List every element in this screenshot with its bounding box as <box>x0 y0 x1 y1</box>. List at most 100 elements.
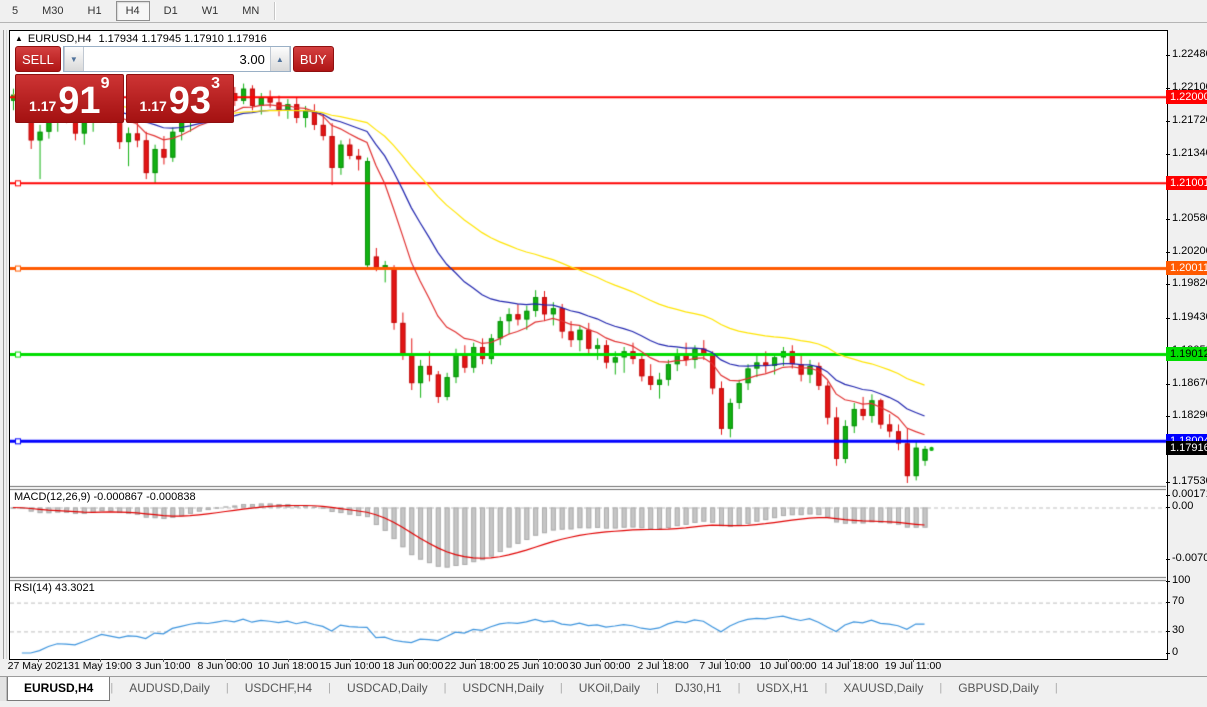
tab-scroll-edge[interactable] <box>0 677 7 701</box>
rsi-tick-mark <box>1166 653 1170 654</box>
macd-axis-label: 0.00 <box>1172 500 1194 512</box>
buy-price-box[interactable]: 1.17 93 3 <box>125 74 234 123</box>
sell-price-prefix: 1.17 <box>29 98 57 114</box>
date-axis-label: 14 Jul 18:00 <box>821 660 879 672</box>
date-axis-label: 3 Jun 10:00 <box>135 660 191 672</box>
rsi-tick-mark <box>1166 581 1170 582</box>
sell-price-big: 91 <box>58 80 101 122</box>
rsi-tick-mark <box>1166 602 1170 603</box>
buy-price-big: 93 <box>168 80 212 122</box>
timeframe-mn-button[interactable]: MN <box>232 1 269 21</box>
volume-input[interactable] <box>83 47 270 71</box>
timeframe-m30-button[interactable]: M30 <box>32 1 73 21</box>
price-tick-mark <box>1166 121 1170 122</box>
date-axis-label: 2 Jul 18:00 <box>637 660 689 672</box>
rsi-label: RSI(14) 43.3021 <box>14 582 95 594</box>
price-tick-mark <box>1166 284 1170 285</box>
price-chart-canvas[interactable] <box>10 31 1166 658</box>
macd-tick-mark <box>1166 495 1170 496</box>
chart-ohlc-quotes: 1.17934 1.17945 1.17910 1.17916 <box>98 33 267 45</box>
date-axis-label: 25 Jun 10:00 <box>507 660 569 672</box>
timeframe-d1-button[interactable]: D1 <box>154 1 188 21</box>
current-price-badge: 1.17916 <box>1166 441 1207 455</box>
date-axis-label: 22 Jun 18:00 <box>444 660 506 672</box>
price-tick-mark <box>1166 416 1170 417</box>
price-axis-label: 1.19430 <box>1172 311 1207 323</box>
tab-eurusd-h4[interactable]: EURUSD,H4 <box>7 677 111 701</box>
rsi-tick-mark <box>1166 631 1170 632</box>
tab-ukoil-daily[interactable]: UKOil,Daily <box>563 677 656 699</box>
hline-price-badge: 1.19012 <box>1166 347 1207 361</box>
rsi-axis-label: 0 <box>1172 646 1179 658</box>
tab-dj30-h1[interactable]: DJ30,H1 <box>659 677 738 699</box>
tab-usdcad-daily[interactable]: USDCAD,Daily <box>331 677 444 699</box>
hline-price-badge: 1.20011 <box>1166 261 1207 275</box>
timeframe-w1-button[interactable]: W1 <box>192 1 229 21</box>
sell-price-box[interactable]: 1.17 91 9 <box>15 74 124 123</box>
collapse-icon[interactable]: ▲ <box>15 34 23 43</box>
timeframe-toolbar: 5 M30 H1 H4 D1 W1 MN <box>0 0 1207 23</box>
price-tick-mark <box>1166 88 1170 89</box>
price-axis-label: 1.18670 <box>1172 377 1207 389</box>
date-axis-label: 7 Jul 10:00 <box>699 660 751 672</box>
hline-price-badge: 1.21001 <box>1166 176 1207 190</box>
sell-price-pipette: 9 <box>100 75 110 92</box>
window-left-edge <box>3 30 4 659</box>
macd-label: MACD(12,26,9) -0.000867 -0.000838 <box>14 491 196 503</box>
macd-axis-label: 0.001718 <box>1172 488 1207 500</box>
timeframe-h4-button[interactable]: H4 <box>115 1 150 21</box>
volume-spinner: ▼ ▲ <box>62 46 291 72</box>
buy-price-pipette: 3 <box>211 75 220 92</box>
volume-increase-button[interactable]: ▲ <box>269 47 290 71</box>
window-left-edge-highlight <box>6 30 7 659</box>
timeframe-h1-button[interactable]: H1 <box>78 1 112 21</box>
price-axis-label: 1.17530 <box>1172 475 1207 487</box>
timeframe-5-button[interactable]: 5 <box>2 1 28 21</box>
price-tick-mark <box>1166 318 1170 319</box>
date-axis-label: 30 Jun 00:00 <box>569 660 631 672</box>
macd-axis-label: -0.00709 <box>1172 552 1207 564</box>
hline-price-badge: 1.22000 <box>1166 90 1207 104</box>
chart-window: ▲ EURUSD,H4 1.17934 1.17945 1.17910 1.1791… <box>9 30 1168 660</box>
date-axis-label: 10 Jul 00:00 <box>759 660 817 672</box>
volume-decrease-button[interactable]: ▼ <box>63 47 84 71</box>
price-axis-label: 1.21720 <box>1172 114 1207 126</box>
buy-button[interactable]: BUY <box>292 46 334 72</box>
price-tick-mark <box>1166 384 1170 385</box>
price-axis-label: 1.21340 <box>1172 147 1207 159</box>
tab-usdchf-h4[interactable]: USDCHF,H4 <box>229 677 328 699</box>
tab-gbpusd-daily[interactable]: GBPUSD,Daily <box>942 677 1055 699</box>
tab-usdcnh-daily[interactable]: USDCNH,Daily <box>447 677 560 699</box>
price-tick-mark <box>1166 219 1170 220</box>
trade-panel: SELL ▼ ▲ BUY 1.17919 1.17933 <box>15 46 334 123</box>
macd-tick-mark <box>1166 559 1170 560</box>
date-axis-label: 19 Jul 11:00 <box>884 660 942 672</box>
tab-usdx-h1[interactable]: USDX,H1 <box>740 677 824 699</box>
date-axis-label: 10 Jun 18:00 <box>257 660 319 672</box>
price-axis-label: 1.18290 <box>1172 409 1207 421</box>
price-tick-mark <box>1166 55 1170 56</box>
tab-audusd-daily[interactable]: AUDUSD,Daily <box>113 677 226 699</box>
toolbar-separator <box>274 2 277 20</box>
price-axis-label: 1.22480 <box>1172 48 1207 60</box>
tab-xauusd-daily[interactable]: XAUUSD,Daily <box>827 677 939 699</box>
price-tick-mark <box>1166 154 1170 155</box>
date-axis-label: 15 Jun 10:00 <box>319 660 381 672</box>
price-axis-label: 1.19820 <box>1172 277 1207 289</box>
sell-button[interactable]: SELL <box>15 46 61 72</box>
price-axis-label: 1.20580 <box>1172 212 1207 224</box>
mt4-window: 5 M30 H1 H4 D1 W1 MN ▲ EURUSD,H4 1.17934 1.17945… <box>0 0 1207 707</box>
price-axis-label: 1.20200 <box>1172 245 1207 257</box>
rsi-axis-label: 100 <box>1172 574 1191 586</box>
rsi-axis-label: 70 <box>1172 595 1185 607</box>
symbol-tab-bar: EURUSD,H4 | AUDUSD,Daily | USDCHF,H4 | USDCAD,… <box>0 676 1207 707</box>
buy-price-prefix: 1.17 <box>139 98 167 114</box>
macd-tick-mark <box>1166 507 1170 508</box>
rsi-axis-label: 30 <box>1172 624 1185 636</box>
chart-symbol: EURUSD,H4 <box>27 33 92 45</box>
price-tick-mark <box>1166 482 1170 483</box>
chart-title: ▲ EURUSD,H4 1.17934 1.17945 1.17910 1.1791… <box>15 33 267 45</box>
tab-divider: | <box>1054 682 1058 694</box>
date-axis-label: 27 May 2021 <box>7 660 69 672</box>
price-tick-mark <box>1166 252 1170 253</box>
